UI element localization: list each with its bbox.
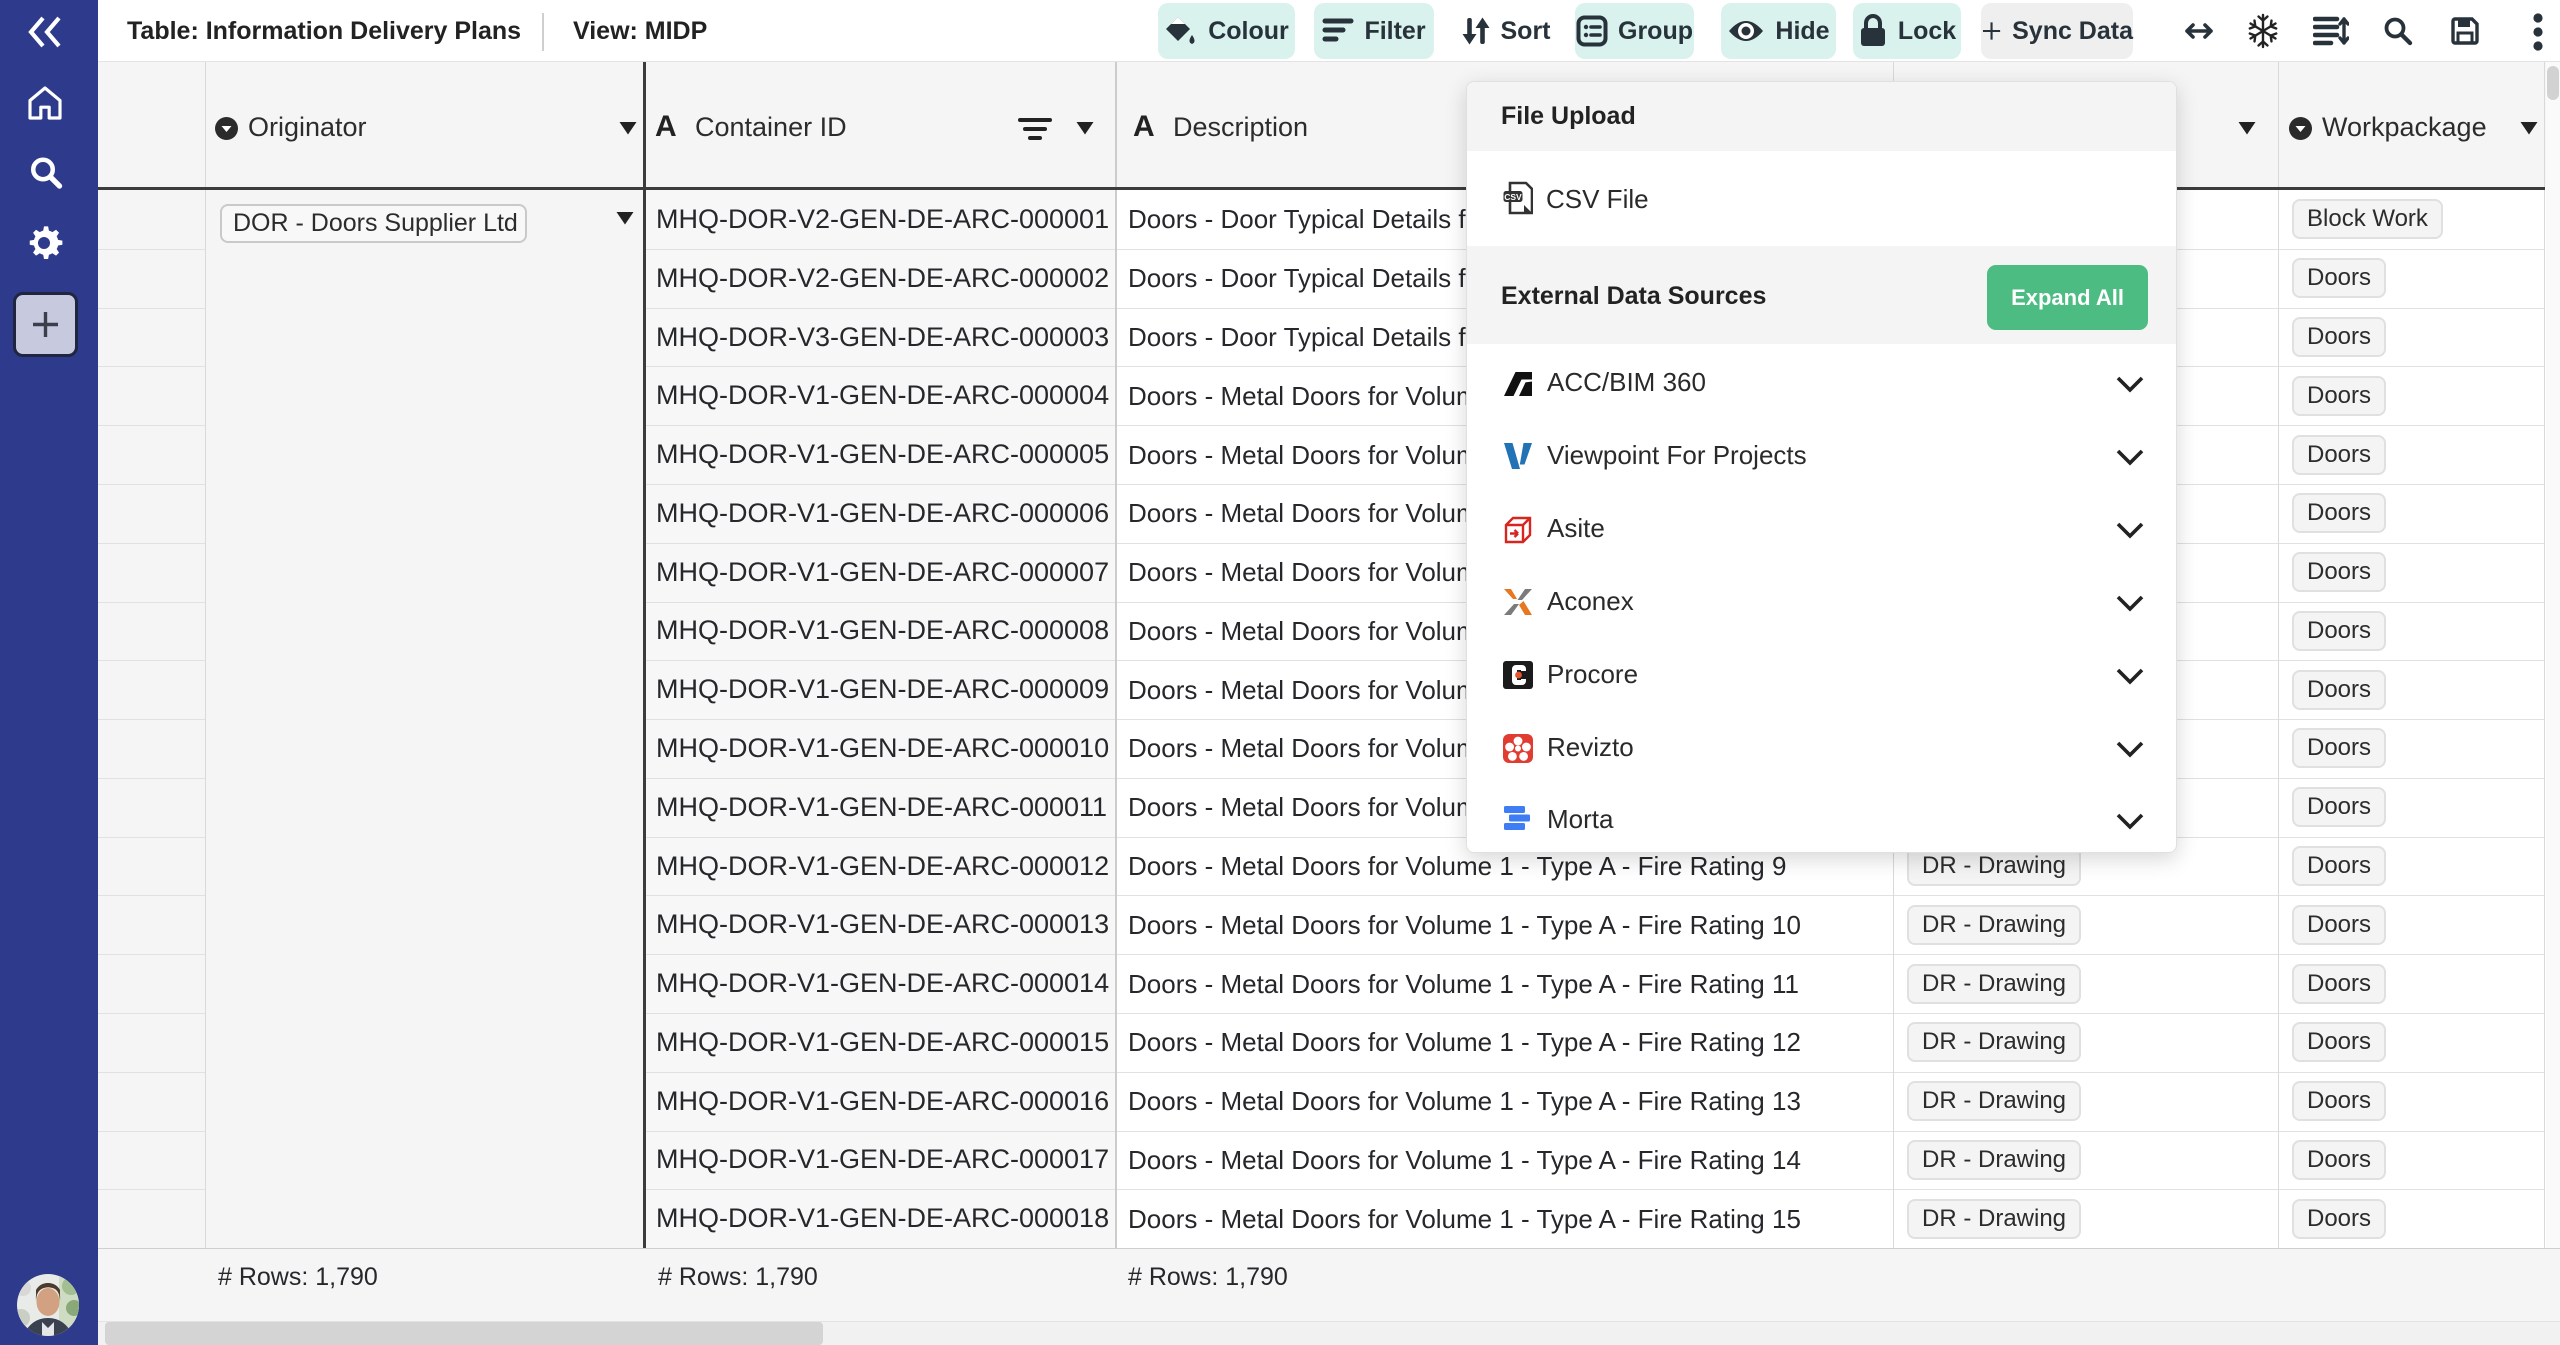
svg-text:CSV: CSV (1504, 192, 1522, 202)
